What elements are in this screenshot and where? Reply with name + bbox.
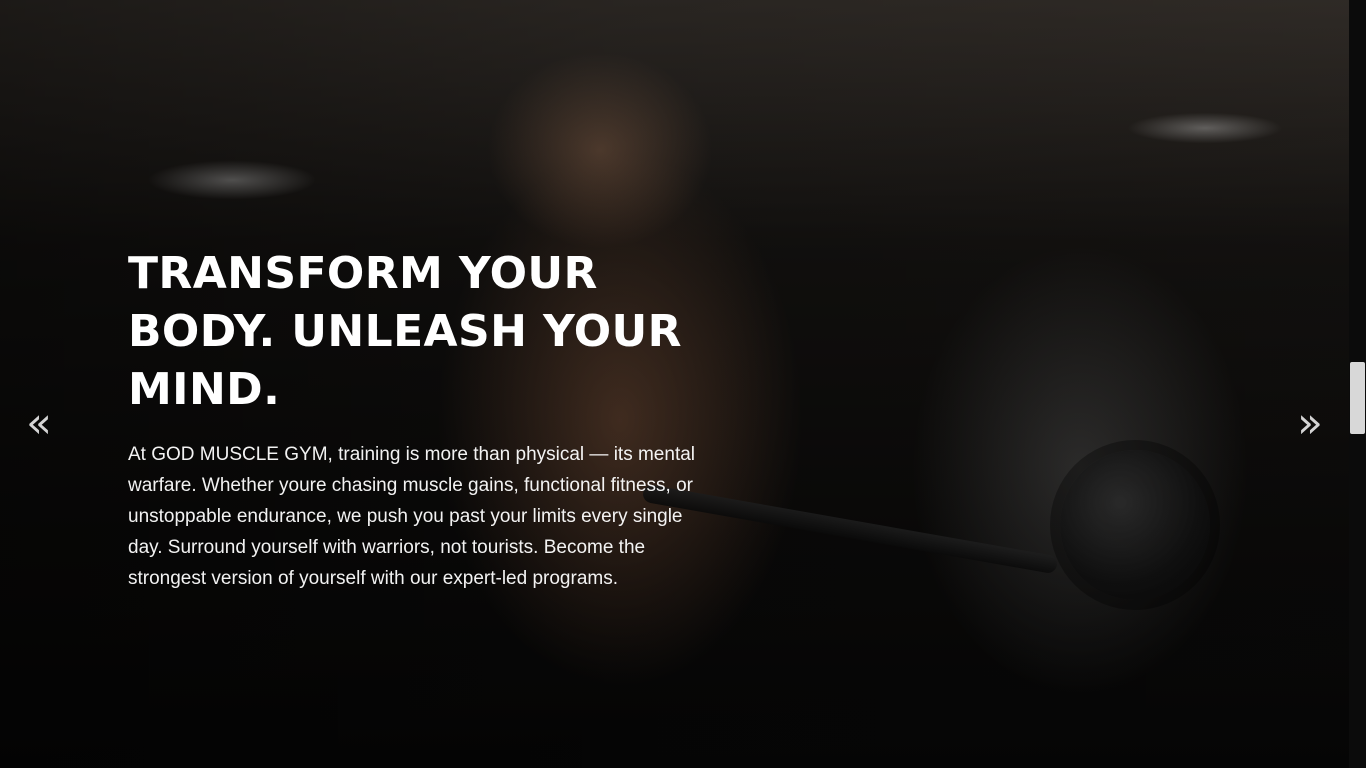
hero-section: TRANSFORM YOUR BODY. UNLEASH YOUR MIND. … [0,0,1349,768]
double-chevron-left-icon: « [26,398,52,447]
vertical-scrollbar[interactable] [1349,0,1366,768]
hero-description: At GOD MUSCLE GYM, training is more than… [128,444,696,589]
carousel-prev-button[interactable]: « [16,400,62,446]
double-chevron-right-icon: » [1297,398,1323,447]
hero-headline: TRANSFORM YOUR BODY. UNLEASH YOUR MIND. [128,248,682,415]
carousel-next-button[interactable]: » [1287,400,1333,446]
hero-content: TRANSFORM YOUR BODY. UNLEASH YOUR MIND. … [128,245,708,594]
scrollbar-thumb[interactable] [1350,362,1365,434]
